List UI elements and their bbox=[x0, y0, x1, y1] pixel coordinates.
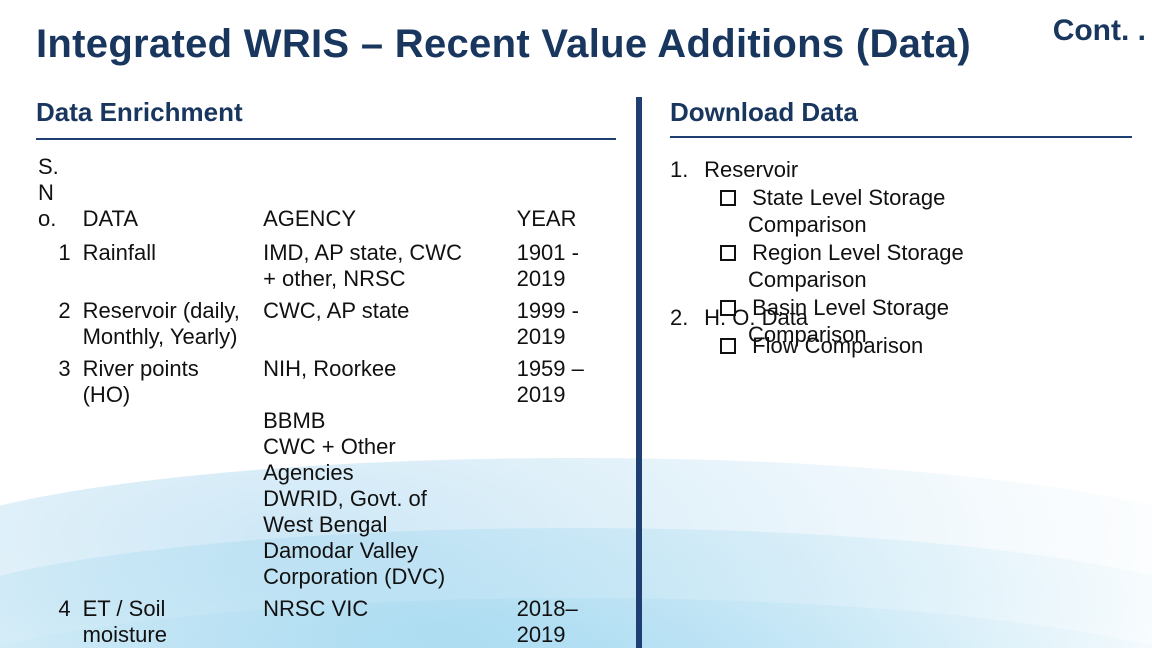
cell-sn: 2 bbox=[36, 296, 81, 354]
continued-label: Cont. . bbox=[1053, 14, 1146, 48]
cell-year: 1999 - 2019 bbox=[515, 296, 616, 354]
cell-year: 1959 – 2019 bbox=[515, 354, 616, 594]
table-row: 3 River points (HO) NIH, Roorkee BBMB CW… bbox=[36, 354, 616, 594]
table-row: 1 Rainfall IMD, AP state, CWC + other, N… bbox=[36, 238, 616, 296]
cell-agency: IMD, AP state, CWC + other, NRSC bbox=[261, 238, 514, 296]
square-bullet-icon bbox=[720, 300, 736, 316]
list-sub-label-cont: Comparison bbox=[748, 267, 867, 292]
table-row: 4 ET / Soil moisture NRSC VIC 2018– 2019 bbox=[36, 594, 616, 648]
table-header-row: S. N o. DATA AGENCY YEAR bbox=[36, 152, 616, 238]
download-list: 1. Reservoir State Level Storage Compari… bbox=[670, 156, 1132, 416]
cell-data: Rainfall bbox=[81, 238, 261, 296]
cell-sn: 4 bbox=[36, 594, 81, 648]
list-num: 1. bbox=[670, 156, 698, 184]
cell-year: 1901 - 2019 bbox=[515, 238, 616, 296]
list-sub-label: Basin Level Storage bbox=[752, 295, 949, 320]
left-heading: Data Enrichment bbox=[36, 97, 616, 140]
cell-data: River points (HO) bbox=[81, 354, 261, 594]
cell-agency: NRSC VIC bbox=[261, 594, 514, 648]
cell-data: ET / Soil moisture bbox=[81, 594, 261, 648]
data-enrichment-table: S. N o. DATA AGENCY YEAR 1 Rainfall IMD,… bbox=[36, 152, 616, 648]
cell-agency: CWC, AP state bbox=[261, 296, 514, 354]
list-sub-label-cont: Comparison bbox=[748, 322, 867, 347]
square-bullet-icon bbox=[720, 245, 736, 261]
list-sub-label-cont: Comparison bbox=[748, 212, 867, 237]
cell-data: Reservoir (daily, Monthly, Yearly) bbox=[81, 296, 261, 354]
col-data-header: DATA bbox=[81, 152, 261, 238]
list-sub-label: Region Level Storage bbox=[752, 240, 964, 265]
cell-sn: 3 bbox=[36, 354, 81, 594]
list-item-label: Reservoir bbox=[704, 157, 798, 182]
cell-year: 2018– 2019 bbox=[515, 594, 616, 648]
col-agency-header: AGENCY bbox=[261, 152, 514, 238]
cell-agency: NIH, Roorkee BBMB CWC + Other Agencies D… bbox=[261, 354, 514, 594]
list-sub-label: State Level Storage bbox=[752, 185, 945, 210]
col-year-header: YEAR bbox=[515, 152, 616, 238]
right-heading: Download Data bbox=[670, 97, 1132, 138]
table-row: 2 Reservoir (daily, Monthly, Yearly) CWC… bbox=[36, 296, 616, 354]
square-bullet-icon bbox=[720, 190, 736, 206]
vertical-divider bbox=[636, 97, 642, 648]
slide-title: Integrated WRIS – Recent Value Additions… bbox=[36, 22, 1152, 67]
cell-sn: 1 bbox=[36, 238, 81, 296]
col-sn-header: S. N o. bbox=[36, 152, 81, 238]
